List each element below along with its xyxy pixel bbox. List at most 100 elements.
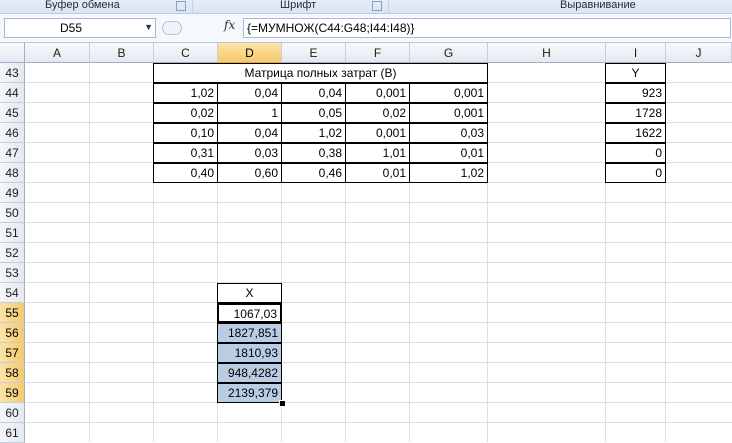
chevron-down-icon[interactable]: ▼ [144, 22, 153, 32]
matrix-cell[interactable]: 0,001 [409, 83, 488, 103]
formula-bar: D55 ▼ fx {=МУМНОЖ(C44:G48;I44:I48)} [0, 14, 732, 43]
y-cell[interactable]: 0 [605, 163, 666, 183]
column-header-c[interactable]: C [154, 43, 218, 63]
column-header-h[interactable]: H [488, 43, 606, 63]
matrix-cell[interactable]: 0,02 [345, 103, 410, 123]
matrix-cell[interactable]: 1,02 [409, 163, 488, 183]
row-header-48[interactable]: 48 [0, 163, 25, 183]
row-header-47[interactable]: 47 [0, 143, 25, 163]
row-header-45[interactable]: 45 [0, 103, 25, 123]
matrix-cell[interactable]: 0,05 [281, 103, 346, 123]
ribbon-separator [192, 0, 193, 13]
gridline [25, 202, 732, 203]
matrix-cell[interactable]: 0,03 [217, 143, 282, 163]
gridline [25, 262, 732, 263]
matrix-cell[interactable]: 0,02 [153, 103, 218, 123]
row-header-61[interactable]: 61 [0, 423, 25, 443]
ribbon-group-labels: Буфер обмена Шрифт Выравнивание [0, 0, 732, 14]
matrix-cell[interactable]: 0,40 [153, 163, 218, 183]
row-header-60[interactable]: 60 [0, 403, 25, 423]
row-header-51[interactable]: 51 [0, 223, 25, 243]
x-cell[interactable]: 1810,93 [217, 343, 282, 363]
x-cell-active[interactable]: 1067,03 [217, 303, 282, 323]
select-all-corner[interactable] [0, 43, 25, 63]
matrix-cell[interactable]: 0,001 [345, 83, 410, 103]
gridline [89, 63, 90, 442]
ribbon-separator [388, 0, 389, 13]
grip-icon [162, 21, 182, 35]
insert-function-icon[interactable]: fx [224, 18, 235, 32]
matrix-cell[interactable]: 0,46 [281, 163, 346, 183]
font-dialog-launcher-icon[interactable] [372, 1, 382, 11]
row-header-54[interactable]: 54 [0, 283, 25, 303]
gridline [25, 402, 732, 403]
y-cell[interactable]: 923 [605, 83, 666, 103]
row-header-53[interactable]: 53 [0, 263, 25, 283]
matrix-cell[interactable]: 1 [217, 103, 282, 123]
row-header-58[interactable]: 58 [0, 363, 25, 383]
column-header-e[interactable]: E [282, 43, 346, 63]
y-cell[interactable]: 1728 [605, 103, 666, 123]
matrix-cell[interactable]: 0,01 [409, 143, 488, 163]
spreadsheet-grid[interactable]: A B C D E F G H I J 43 44 45 46 47 48 49… [0, 43, 732, 443]
fill-handle[interactable] [279, 400, 286, 407]
gridline [25, 222, 732, 223]
gridline [25, 242, 732, 243]
font-group-label: Шрифт [280, 0, 317, 11]
matrix-title-cell[interactable]: Матрица полных затрат (B) [153, 63, 488, 83]
matrix-cell[interactable]: 0,04 [217, 83, 282, 103]
gridline [25, 362, 732, 363]
matrix-cell[interactable]: 0,60 [217, 163, 282, 183]
gridline [25, 422, 732, 423]
formula-input[interactable]: {=МУМНОЖ(C44:G48;I44:I48)} [243, 18, 731, 38]
name-box-value: D55 [60, 21, 83, 35]
row-header-52[interactable]: 52 [0, 243, 25, 263]
matrix-cell[interactable]: 0,03 [409, 123, 488, 143]
matrix-cell[interactable]: 0,01 [345, 163, 410, 183]
alignment-group-label: Выравнивание [560, 0, 636, 11]
formula-text: {=МУМНОЖ(C44:G48;I44:I48)} [247, 21, 415, 35]
row-header-56[interactable]: 56 [0, 323, 25, 343]
gridline [25, 322, 732, 323]
row-header-59[interactable]: 59 [0, 383, 25, 403]
row-header-50[interactable]: 50 [0, 203, 25, 223]
column-header-d[interactable]: D [218, 43, 282, 63]
row-header-43[interactable]: 43 [0, 63, 25, 83]
x-header-cell[interactable]: X [217, 283, 282, 303]
column-header-g[interactable]: G [410, 43, 488, 63]
row-header-44[interactable]: 44 [0, 83, 25, 103]
matrix-cell[interactable]: 0,10 [153, 123, 218, 143]
clipboard-dialog-launcher-icon[interactable] [176, 1, 186, 11]
y-cell[interactable]: 1622 [605, 123, 666, 143]
name-box[interactable]: D55 ▼ [4, 18, 156, 38]
y-cell[interactable]: 0 [605, 143, 666, 163]
x-cell[interactable]: 948,4282 [217, 363, 282, 383]
matrix-cell[interactable]: 0,001 [345, 123, 410, 143]
row-header-55[interactable]: 55 [0, 303, 25, 323]
matrix-cell[interactable]: 1,02 [281, 123, 346, 143]
column-header-f[interactable]: F [346, 43, 410, 63]
row-header-57[interactable]: 57 [0, 343, 25, 363]
column-header-i[interactable]: I [606, 43, 666, 63]
gridline [25, 382, 732, 383]
gridline [25, 282, 732, 283]
matrix-cell[interactable]: 0,001 [409, 103, 488, 123]
matrix-cell[interactable]: 0,38 [281, 143, 346, 163]
column-header-b[interactable]: B [90, 43, 154, 63]
column-header-a[interactable]: A [25, 43, 90, 63]
gridline [25, 302, 732, 303]
x-cell[interactable]: 2139,379 [217, 383, 282, 403]
x-cell[interactable]: 1827,851 [217, 323, 282, 343]
row-header-49[interactable]: 49 [0, 183, 25, 203]
matrix-cell[interactable]: 0,04 [217, 123, 282, 143]
matrix-cell[interactable]: 1,02 [153, 83, 218, 103]
matrix-cell[interactable]: 0,31 [153, 143, 218, 163]
formula-bar-splitter[interactable] [160, 18, 218, 36]
matrix-cell[interactable]: 0,04 [281, 83, 346, 103]
row-header-46[interactable]: 46 [0, 123, 25, 143]
gridline [25, 342, 732, 343]
y-header-cell[interactable]: Y [605, 63, 666, 83]
matrix-cell[interactable]: 1,01 [345, 143, 410, 163]
clipboard-group-label: Буфер обмена [45, 0, 120, 11]
column-header-j[interactable]: J [666, 43, 732, 63]
